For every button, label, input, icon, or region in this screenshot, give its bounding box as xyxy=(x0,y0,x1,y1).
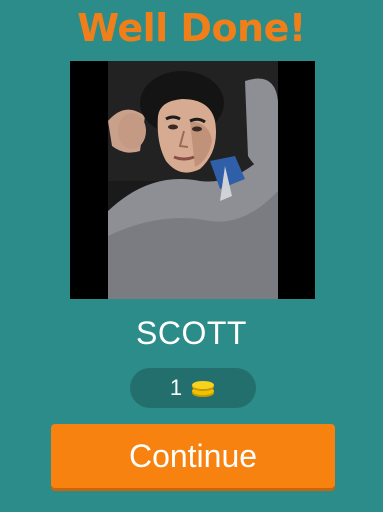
coin-stack-icon xyxy=(192,381,215,397)
coin-count: 1 xyxy=(169,375,183,400)
level-complete-screen: Well Done! SCOTT 1 Continue xyxy=(0,0,383,512)
puzzle-photo xyxy=(70,61,315,299)
continue-button[interactable]: Continue xyxy=(51,424,335,488)
page-title: Well Done! xyxy=(77,6,306,50)
answer-text: SCOTT xyxy=(136,315,247,351)
coin-reward-badge: 1 xyxy=(130,368,256,408)
